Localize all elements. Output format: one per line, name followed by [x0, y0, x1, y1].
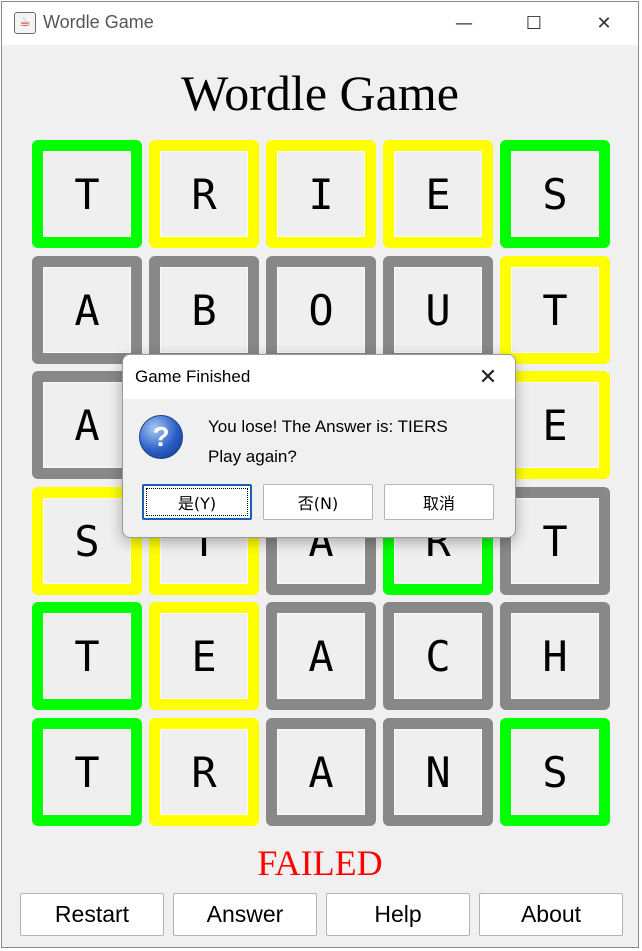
letter-tile: N [383, 718, 493, 826]
letter-tile: T [32, 140, 142, 248]
letter-tile: A [32, 256, 142, 364]
about-button[interactable]: About [479, 893, 623, 936]
letter-tile: S [500, 140, 610, 248]
letter-tile: T [32, 602, 142, 710]
letter-tile: R [149, 718, 259, 826]
letter-tile: I [266, 140, 376, 248]
yes-button[interactable]: 是(Y) [142, 484, 252, 520]
letter-tile: E [500, 371, 610, 479]
letter-tile: R [149, 140, 259, 248]
letter-tile: T [32, 718, 142, 826]
dialog-message-line2: Play again? [208, 447, 297, 466]
dialog-close-button[interactable]: ✕ [471, 361, 505, 393]
letter-tile: U [383, 256, 493, 364]
cancel-button[interactable]: 取消 [384, 484, 494, 520]
dialog-title-bar: Game Finished ✕ [123, 355, 515, 399]
letter-tile: H [500, 602, 610, 710]
dialog-title: Game Finished [135, 367, 251, 386]
letter-tile: E [149, 602, 259, 710]
restart-button[interactable]: Restart [20, 893, 164, 936]
letter-tile: C [383, 602, 493, 710]
letter-tile: A [266, 718, 376, 826]
letter-tile: A [266, 602, 376, 710]
no-button[interactable]: 否(N) [263, 484, 373, 520]
letter-tile: T [500, 487, 610, 595]
question-icon: ? [139, 415, 183, 459]
letter-tile: S [500, 718, 610, 826]
answer-button[interactable]: Answer [173, 893, 317, 936]
help-button[interactable]: Help [326, 893, 470, 936]
letter-tile: O [266, 256, 376, 364]
dialog-message-line1: You lose! The Answer is: TIERS [208, 417, 448, 436]
status-text: FAILED [257, 843, 383, 883]
letter-tile: B [149, 256, 259, 364]
letter-tile: T [500, 256, 610, 364]
letter-tile: E [383, 140, 493, 248]
game-finished-dialog: Game Finished ✕ ? You lose! The Answer i… [122, 354, 516, 538]
